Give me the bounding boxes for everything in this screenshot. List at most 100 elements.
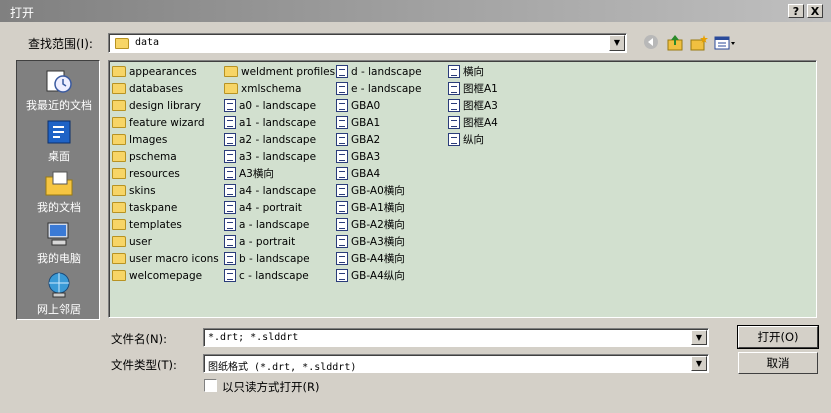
file-item[interactable]: a2 - landscape bbox=[224, 132, 316, 148]
readonly-checkbox[interactable] bbox=[204, 379, 217, 392]
item-name: GB-A2横向 bbox=[351, 219, 405, 231]
folder-item[interactable]: user macro icons bbox=[112, 251, 219, 267]
file-item[interactable]: GB-A1横向 bbox=[336, 200, 405, 216]
file-item[interactable]: A3横向 bbox=[224, 166, 274, 182]
chevron-down-icon[interactable]: ▼ bbox=[691, 330, 707, 345]
folder-item[interactable]: taskpane bbox=[112, 200, 177, 216]
drawing-file-icon bbox=[224, 149, 236, 163]
lookin-label: 查找范围(I): bbox=[28, 37, 93, 51]
folder-item[interactable]: welcomepage bbox=[112, 268, 202, 284]
folder-item[interactable]: databases bbox=[112, 81, 183, 97]
folder-icon bbox=[115, 38, 129, 49]
file-item[interactable]: GBA3 bbox=[336, 149, 380, 165]
item-name: c - landscape bbox=[239, 270, 309, 282]
item-name: a3 - landscape bbox=[239, 151, 317, 163]
file-item[interactable]: GBA2 bbox=[336, 132, 380, 148]
place-recent[interactable]: 我最近的文档 bbox=[17, 67, 101, 113]
item-name: A3横向 bbox=[239, 168, 274, 180]
chevron-down-icon[interactable]: ▼ bbox=[609, 35, 625, 51]
place-desktop[interactable]: 桌面 bbox=[17, 118, 101, 164]
drawing-file-icon bbox=[336, 217, 348, 231]
lookin-value: data bbox=[135, 37, 160, 48]
file-item[interactable]: GBA4 bbox=[336, 166, 380, 182]
file-item[interactable]: e - landscape bbox=[336, 81, 421, 97]
folder-item[interactable]: pschema bbox=[112, 149, 177, 165]
file-item[interactable]: GBA0 bbox=[336, 98, 380, 114]
file-item[interactable]: GB-A0横向 bbox=[336, 183, 405, 199]
item-name: user macro icons bbox=[129, 253, 219, 265]
file-item[interactable]: 横向 bbox=[448, 64, 484, 80]
drawing-file-icon bbox=[336, 183, 348, 197]
file-item[interactable]: a4 - landscape bbox=[224, 183, 316, 199]
folder-item[interactable]: xmlschema bbox=[224, 81, 301, 97]
file-item[interactable]: 纵向 bbox=[448, 132, 484, 148]
file-item[interactable]: d - landscape bbox=[336, 64, 422, 80]
folder-item[interactable]: feature wizard bbox=[112, 115, 205, 131]
folder-item[interactable]: resources bbox=[112, 166, 180, 182]
file-item[interactable]: 图框A3 bbox=[448, 98, 498, 114]
file-item[interactable]: a0 - landscape bbox=[224, 98, 316, 114]
item-name: GB-A1横向 bbox=[351, 202, 405, 214]
file-item[interactable]: GB-A2横向 bbox=[336, 217, 405, 233]
item-name: resources bbox=[129, 168, 180, 180]
item-name: GBA2 bbox=[351, 134, 381, 146]
file-item[interactable]: a1 - landscape bbox=[224, 115, 316, 131]
lookin-combo[interactable]: data ▼ bbox=[108, 33, 627, 53]
folder-item[interactable]: Images bbox=[112, 132, 167, 148]
filename-label: 文件名(N): bbox=[111, 332, 167, 346]
folder-item[interactable]: design library bbox=[112, 98, 201, 114]
item-name: a4 - portrait bbox=[239, 202, 302, 214]
file-item[interactable]: a3 - landscape bbox=[224, 149, 316, 165]
back-icon[interactable] bbox=[642, 34, 660, 52]
folder-icon bbox=[112, 235, 126, 247]
file-item[interactable]: GB-A3横向 bbox=[336, 234, 405, 250]
folder-icon bbox=[112, 269, 126, 281]
place-my-computer[interactable]: 我的电脑 bbox=[17, 220, 101, 266]
close-button[interactable]: X bbox=[807, 4, 823, 18]
drawing-file-icon bbox=[336, 64, 348, 78]
folder-item[interactable]: weldment profiles bbox=[224, 64, 335, 80]
item-name: GBA0 bbox=[351, 100, 381, 112]
drawing-file-icon bbox=[336, 115, 348, 129]
drawing-file-icon bbox=[336, 268, 348, 282]
cancel-button[interactable]: 取消 bbox=[738, 352, 818, 374]
file-item[interactable]: a - landscape bbox=[224, 217, 309, 233]
open-button[interactable]: 打开(O) bbox=[737, 325, 819, 349]
item-name: a2 - landscape bbox=[239, 134, 317, 146]
file-item[interactable]: a4 - portrait bbox=[224, 200, 302, 216]
item-name: weldment profiles bbox=[241, 66, 336, 78]
file-list[interactable]: appearances databases design library featur… bbox=[108, 60, 817, 318]
up-folder-icon[interactable] bbox=[666, 34, 684, 52]
place-my-documents[interactable]: 我的文档 bbox=[17, 169, 101, 215]
folder-item[interactable]: user bbox=[112, 234, 152, 250]
file-item[interactable]: 图框A4 bbox=[448, 115, 498, 131]
item-name: a - landscape bbox=[239, 219, 310, 231]
file-item[interactable]: b - landscape bbox=[224, 251, 310, 267]
help-button[interactable]: ? bbox=[788, 4, 804, 18]
drawing-file-icon bbox=[336, 166, 348, 180]
file-item[interactable]: c - landscape bbox=[224, 268, 309, 284]
views-menu-icon[interactable] bbox=[714, 34, 738, 52]
drawing-file-icon bbox=[224, 234, 236, 248]
chevron-down-icon[interactable]: ▼ bbox=[691, 356, 707, 371]
drawing-file-icon bbox=[224, 115, 236, 129]
item-name: 图框A3 bbox=[463, 100, 498, 112]
filename-input[interactable]: *.drt; *.slddrt ▼ bbox=[203, 328, 709, 347]
drawing-file-icon bbox=[224, 217, 236, 231]
file-item[interactable]: GB-A4横向 bbox=[336, 251, 405, 267]
place-network[interactable]: 网上邻居 bbox=[17, 271, 101, 317]
file-item[interactable]: GB-A4纵向 bbox=[336, 268, 405, 284]
file-item[interactable]: 图框A1 bbox=[448, 81, 498, 97]
file-item[interactable]: a - portrait bbox=[224, 234, 295, 250]
folder-item[interactable]: skins bbox=[112, 183, 156, 199]
file-item[interactable]: GBA1 bbox=[336, 115, 380, 131]
item-name: e - landscape bbox=[351, 83, 422, 95]
drawing-file-icon bbox=[336, 132, 348, 146]
item-name: d - landscape bbox=[351, 66, 422, 78]
new-folder-icon[interactable] bbox=[690, 34, 708, 52]
filetype-select[interactable]: 图纸格式 (*.drt, *.slddrt) ▼ bbox=[203, 354, 709, 373]
item-name: GB-A0横向 bbox=[351, 185, 405, 197]
folder-item[interactable]: templates bbox=[112, 217, 182, 233]
folder-item[interactable]: appearances bbox=[112, 64, 197, 80]
folder-icon bbox=[112, 65, 126, 77]
